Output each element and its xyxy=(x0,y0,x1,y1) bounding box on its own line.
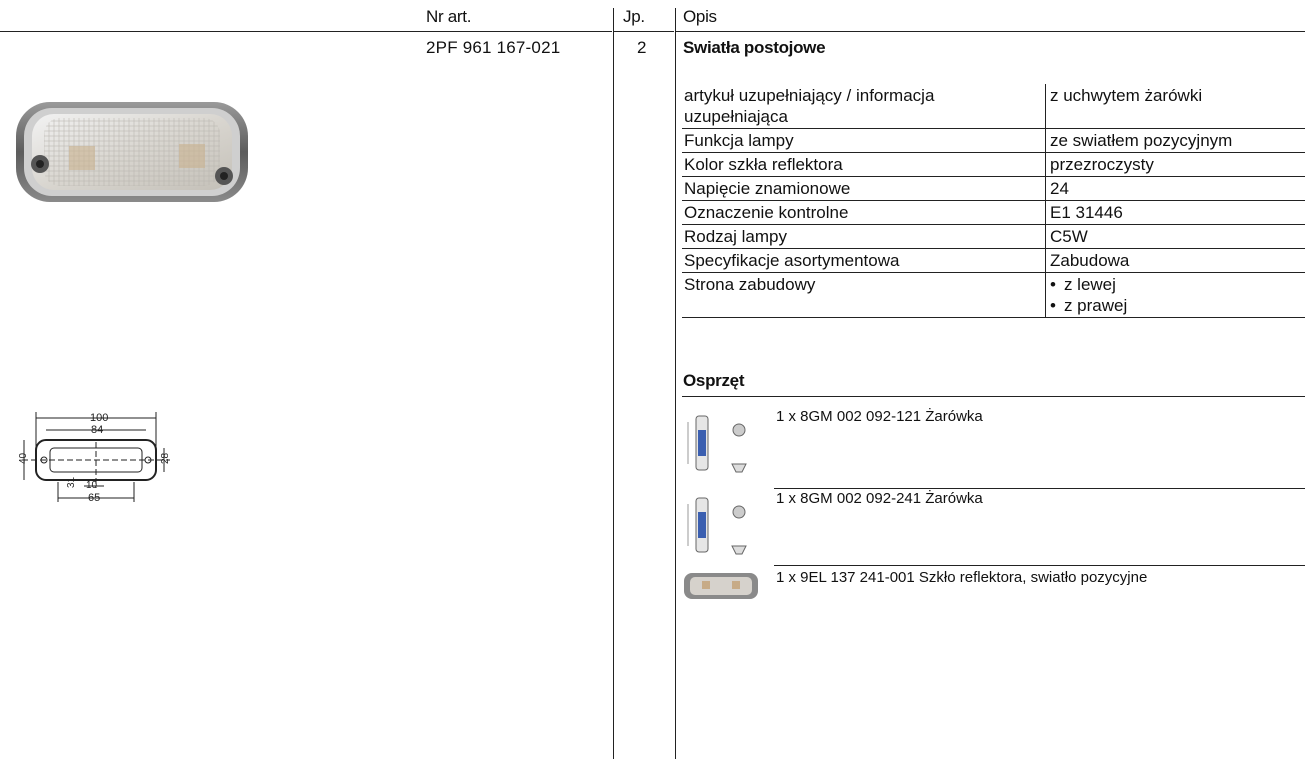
column-divider-1 xyxy=(613,8,614,759)
col-header-desc: Opis xyxy=(683,7,717,26)
accessory-text: 1 x 8GM 002 092-241 Żarówka xyxy=(776,490,983,507)
svg-text:40: 40 xyxy=(18,452,29,464)
spec-table: artykuł uzupełniający / informacja uzupe… xyxy=(682,84,1305,318)
svg-text:28: 28 xyxy=(160,452,171,464)
spec-key: Kolor szkła reflektora xyxy=(682,152,1046,177)
spec-row: artykuł uzupełniający / informacja uzupe… xyxy=(682,84,1305,129)
spec-key: Oznaczenie kontrolne xyxy=(682,200,1046,225)
lens-icon xyxy=(684,573,758,599)
spec-value: przezroczysty xyxy=(1050,155,1154,174)
spec-key: Funkcja lampy xyxy=(682,128,1046,153)
article-number: 2PF 961 167-021 xyxy=(426,38,561,57)
svg-text:10: 10 xyxy=(86,480,98,491)
spec-key: Napięcie znamionowe xyxy=(682,176,1046,201)
spec-key: Rodzaj lampy xyxy=(682,224,1046,249)
spec-value: C5W xyxy=(1050,227,1088,246)
quantity: 2 xyxy=(637,38,647,57)
spec-value: 24 xyxy=(1050,179,1069,198)
lamp-photo-icon xyxy=(16,102,248,202)
header-rule-left xyxy=(0,31,612,32)
spec-row: Oznaczenie kontrolne E1 31446 xyxy=(682,200,1305,225)
spec-value-item: z prawej xyxy=(1050,295,1303,316)
spec-row: Rodzaj lampy C5W xyxy=(682,224,1305,249)
spec-value: E1 31446 xyxy=(1050,203,1123,222)
spec-value: z lewejz prawej xyxy=(1046,273,1305,318)
spec-row: Specyfikacje asortymentowa Zabudowa xyxy=(682,248,1305,273)
accessory-separator xyxy=(774,488,1305,489)
spec-value: ze swiatłem pozycyjnym xyxy=(1050,131,1233,150)
header-rule-right xyxy=(676,31,1305,32)
product-title: Swiatła postojowe xyxy=(683,38,826,57)
svg-text:84: 84 xyxy=(91,424,103,436)
spec-key: artykuł uzupełniający / informacja uzupe… xyxy=(682,84,1046,129)
dimension-drawing-icon: 100 84 40 28 31 10 65 xyxy=(18,412,171,504)
accessory-text: 1 x 8GM 002 092-121 Żarówka xyxy=(776,408,983,425)
svg-text:31: 31 xyxy=(66,476,77,488)
accessories-title: Osprzęt xyxy=(683,371,745,390)
spec-value: Zabudowa xyxy=(1050,251,1130,270)
spec-row: Strona zabudowyz lewejz prawej xyxy=(682,272,1305,318)
spec-key: Strona zabudowy xyxy=(682,272,1046,318)
accessory-separator xyxy=(774,565,1305,566)
bulb-icon xyxy=(687,415,747,473)
spec-row: Funkcja lampy ze swiatłem pozycyjnym xyxy=(682,128,1305,153)
header-rule-mid xyxy=(614,31,674,32)
accessory-text: 1 x 9EL 137 241-001 Szkło reflektora, sw… xyxy=(776,569,1148,586)
col-header-qty: Jp. xyxy=(623,7,645,26)
column-divider-2 xyxy=(675,8,676,759)
bulb-icon xyxy=(687,497,747,555)
product-photo xyxy=(14,96,250,211)
svg-text:100: 100 xyxy=(90,412,108,424)
accessories-rule xyxy=(682,396,1305,397)
spec-key: Specyfikacje asortymentowa xyxy=(682,248,1046,273)
spec-value: z uchwytem żarówki xyxy=(1050,86,1203,105)
spec-row: Napięcie znamionowe 24 xyxy=(682,176,1305,201)
svg-text:65: 65 xyxy=(88,492,100,504)
spec-row: Kolor szkła reflektora przezroczysty xyxy=(682,152,1305,177)
col-header-article: Nr art. xyxy=(426,7,472,26)
spec-value-item: z lewej xyxy=(1050,274,1303,295)
dimension-drawing: 100 84 40 28 31 10 65 xyxy=(14,404,174,509)
